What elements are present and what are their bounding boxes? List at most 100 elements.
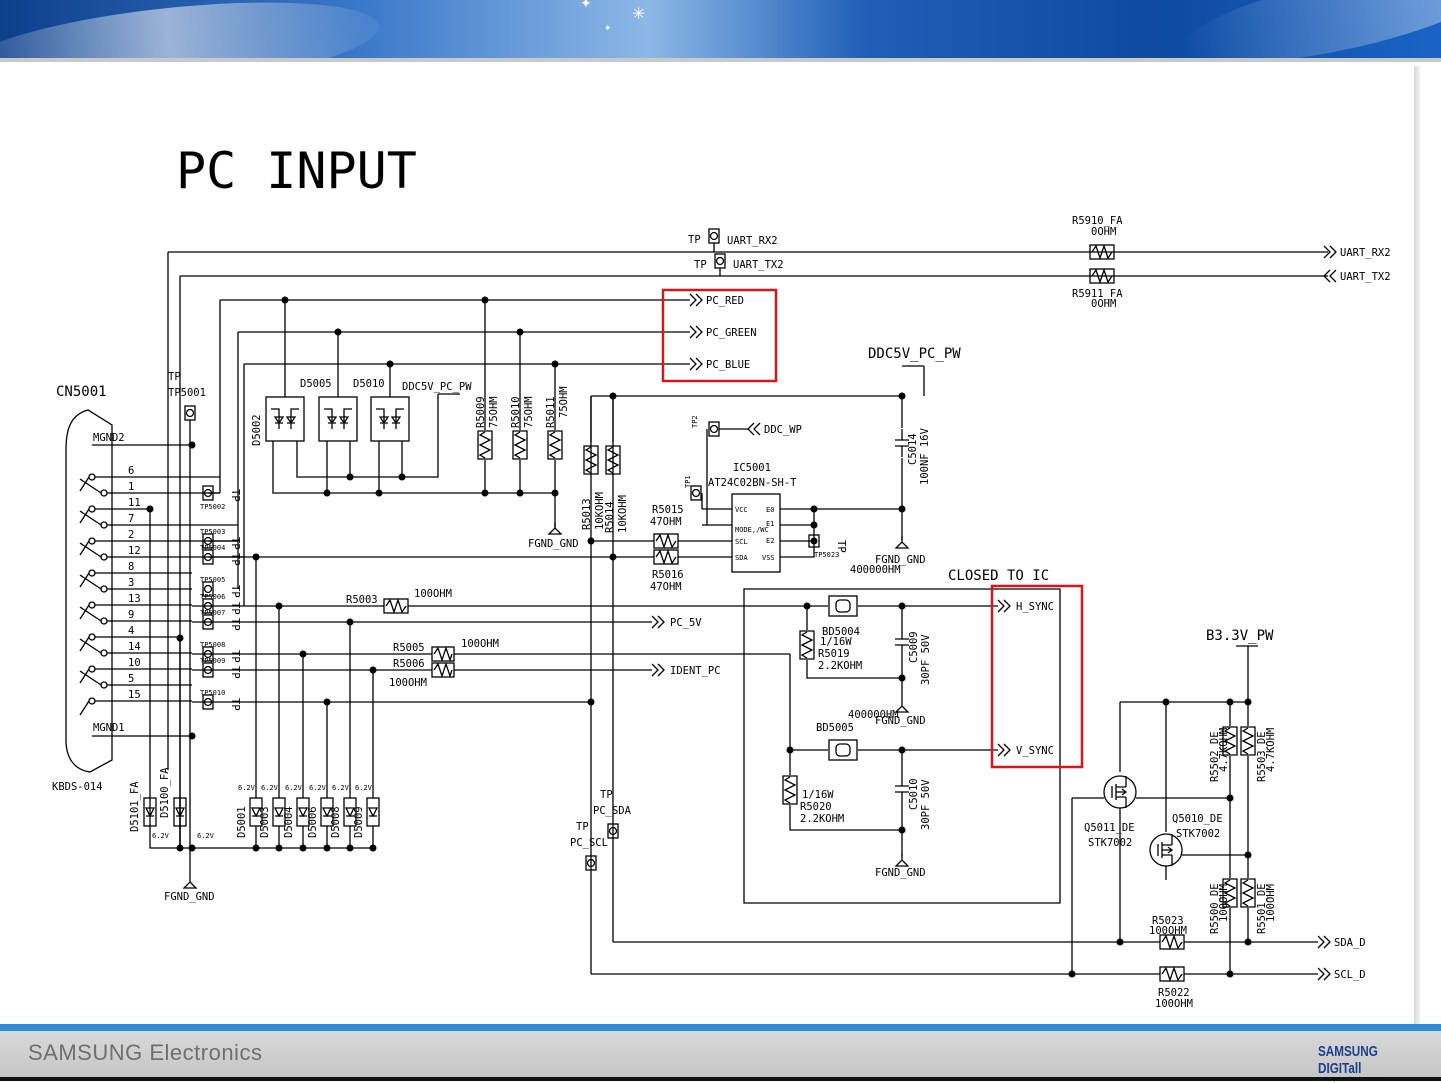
r5019-value: 2.2KOHM bbox=[818, 660, 862, 672]
connector-pin-number: 12 bbox=[128, 545, 141, 557]
uart-rx-port-label: UART_RX2 bbox=[1340, 247, 1391, 259]
connector-pin-number: 7 bbox=[128, 513, 134, 525]
mosfet-q5011 bbox=[1103, 775, 1137, 809]
r5502-value: 4.7KOHM bbox=[1218, 728, 1230, 772]
pc-scl-label: PC_SCL bbox=[570, 837, 608, 849]
connector-pin-number: 6 bbox=[128, 465, 134, 477]
tp5001-label: TP5001 bbox=[168, 387, 206, 399]
connector-pin-number: 13 bbox=[128, 593, 141, 605]
r5014-ref: R5014 bbox=[604, 501, 616, 533]
connector-pin bbox=[88, 473, 96, 481]
test-point-tp1[interactable] bbox=[690, 485, 702, 501]
bottom-border bbox=[0, 1077, 1441, 1081]
r5015-value: 47OHM bbox=[650, 516, 682, 528]
pc-5v-label: PC_5V bbox=[670, 617, 702, 629]
ic5001-ref: IC5001 bbox=[733, 462, 771, 474]
tvs-diode-d5005 bbox=[318, 396, 358, 442]
connector-pin bbox=[100, 649, 108, 657]
fgnd-label: FGND_GND bbox=[528, 538, 579, 550]
ident-pc-arrow bbox=[651, 663, 665, 677]
zener-ref: D5008 bbox=[330, 806, 342, 838]
pc-blue-label: PC_BLUE bbox=[706, 359, 750, 371]
pc-red-arrow bbox=[689, 293, 703, 307]
mgnd2-label: MGND2 bbox=[93, 432, 125, 444]
zener-diode bbox=[366, 797, 380, 827]
connector-pin bbox=[100, 489, 108, 497]
ground-symbol bbox=[895, 535, 909, 549]
ic-pin-e0: E0 bbox=[766, 506, 774, 514]
zener-voltage-label: 6.2V bbox=[332, 784, 350, 792]
h-sync-arrow bbox=[997, 599, 1011, 613]
footer-accent bbox=[0, 1024, 1441, 1031]
cn5001-ref: CN5001 bbox=[56, 384, 107, 400]
tp-vert-label: TP bbox=[229, 489, 241, 502]
tp-vert-label: TP bbox=[229, 666, 241, 679]
test-point-label: TP5002 bbox=[200, 503, 225, 511]
r5020-value: 2.2KOHM bbox=[800, 813, 844, 825]
mgnd1-label: MGND1 bbox=[93, 722, 125, 734]
ground-symbol bbox=[183, 875, 197, 889]
connector-pin bbox=[88, 697, 96, 705]
r-400k-label: 400000HM bbox=[850, 564, 901, 576]
scl-d-label: SCL_D bbox=[1334, 969, 1366, 981]
page-title: PC INPUT bbox=[176, 142, 417, 200]
test-point-label: TP5003 bbox=[200, 528, 225, 536]
connector-pin bbox=[100, 521, 108, 529]
ic5001-part: AT24C02BN-SH-T bbox=[708, 477, 797, 489]
r5022-value: 100OHM bbox=[1155, 998, 1193, 1010]
test-point-tp2[interactable] bbox=[708, 421, 720, 437]
connector-pin-number: 11 bbox=[128, 497, 141, 509]
ground-symbol bbox=[895, 853, 909, 867]
test-point-tp5001[interactable] bbox=[184, 405, 196, 421]
uart-rx-tp-label: UART_RX2 bbox=[727, 235, 778, 247]
tp-vert-label: TP bbox=[229, 618, 241, 631]
tp-vert-label: TP bbox=[229, 553, 241, 566]
tvs-diode-d5010 bbox=[370, 396, 410, 442]
bd5005-ref: BD5005 bbox=[816, 722, 854, 734]
pc-green-arrow bbox=[689, 325, 703, 339]
r5009-value: 75OHM bbox=[488, 396, 500, 428]
q5010-ref: Q5010_DE bbox=[1172, 813, 1223, 825]
connector-pin bbox=[88, 601, 96, 609]
connector-pin bbox=[100, 617, 108, 625]
d5100-ref: D5100_FA bbox=[159, 767, 171, 818]
uart-section: TP UART_RX2 TP UART_TX2 R5910_FA 0OHM R5… bbox=[167, 215, 1391, 848]
tvs-diode-d5002 bbox=[265, 396, 305, 442]
test-point-uart-rx[interactable] bbox=[708, 228, 720, 244]
zener-ref: D5003 bbox=[259, 806, 271, 838]
tp-vert-label: TP bbox=[229, 602, 241, 615]
test-point-label: TP5008 bbox=[200, 641, 225, 649]
c5010-ref: C5010 bbox=[908, 778, 920, 810]
r5501-value: 100OHM bbox=[1265, 884, 1277, 922]
connector-pin bbox=[88, 537, 96, 545]
resistor-r5019 bbox=[799, 630, 815, 660]
c5014-ref: C5014 bbox=[907, 433, 919, 465]
zener-voltage-label: 6.2V bbox=[152, 832, 170, 840]
test-point-uart-tx[interactable] bbox=[714, 253, 726, 269]
resistor-r5010 bbox=[512, 430, 528, 460]
bead-bd5005 bbox=[828, 739, 858, 761]
zener-voltage-label: 6.2V bbox=[238, 784, 256, 792]
connector-pin-number: 8 bbox=[128, 561, 134, 573]
fgnd-label: FGND_GND bbox=[875, 867, 926, 879]
zener-ref: D5006 bbox=[307, 806, 319, 838]
v-sync-label: V_SYNC bbox=[1016, 745, 1054, 757]
connector-pin-number: 9 bbox=[128, 609, 134, 621]
zener-ref: D5001 bbox=[236, 806, 248, 838]
scl-d-arrow bbox=[1317, 967, 1331, 981]
connector-pin bbox=[100, 681, 108, 689]
pc-5v-arrow bbox=[651, 615, 665, 629]
c5010-value: 30PF 50V bbox=[920, 779, 932, 830]
q5011-ref: Q5011_DE bbox=[1084, 822, 1135, 834]
footer-brand: SAMSUNG Electronics bbox=[28, 1040, 263, 1065]
connector-pin-number: 14 bbox=[128, 641, 141, 653]
tp2-label: TP2 bbox=[691, 415, 699, 428]
ground-symbol bbox=[548, 521, 562, 535]
c5009-ref: C5009 bbox=[908, 631, 920, 663]
r5016-ref: R5016 bbox=[652, 569, 684, 581]
q5011-part: STK7002 bbox=[1088, 837, 1132, 849]
r-400k-sync-label: 400000HM bbox=[848, 709, 899, 721]
r5005-ref: R5005 bbox=[393, 642, 425, 654]
r5016-value: 47OHM bbox=[650, 581, 682, 593]
dsub-shell bbox=[65, 409, 113, 773]
